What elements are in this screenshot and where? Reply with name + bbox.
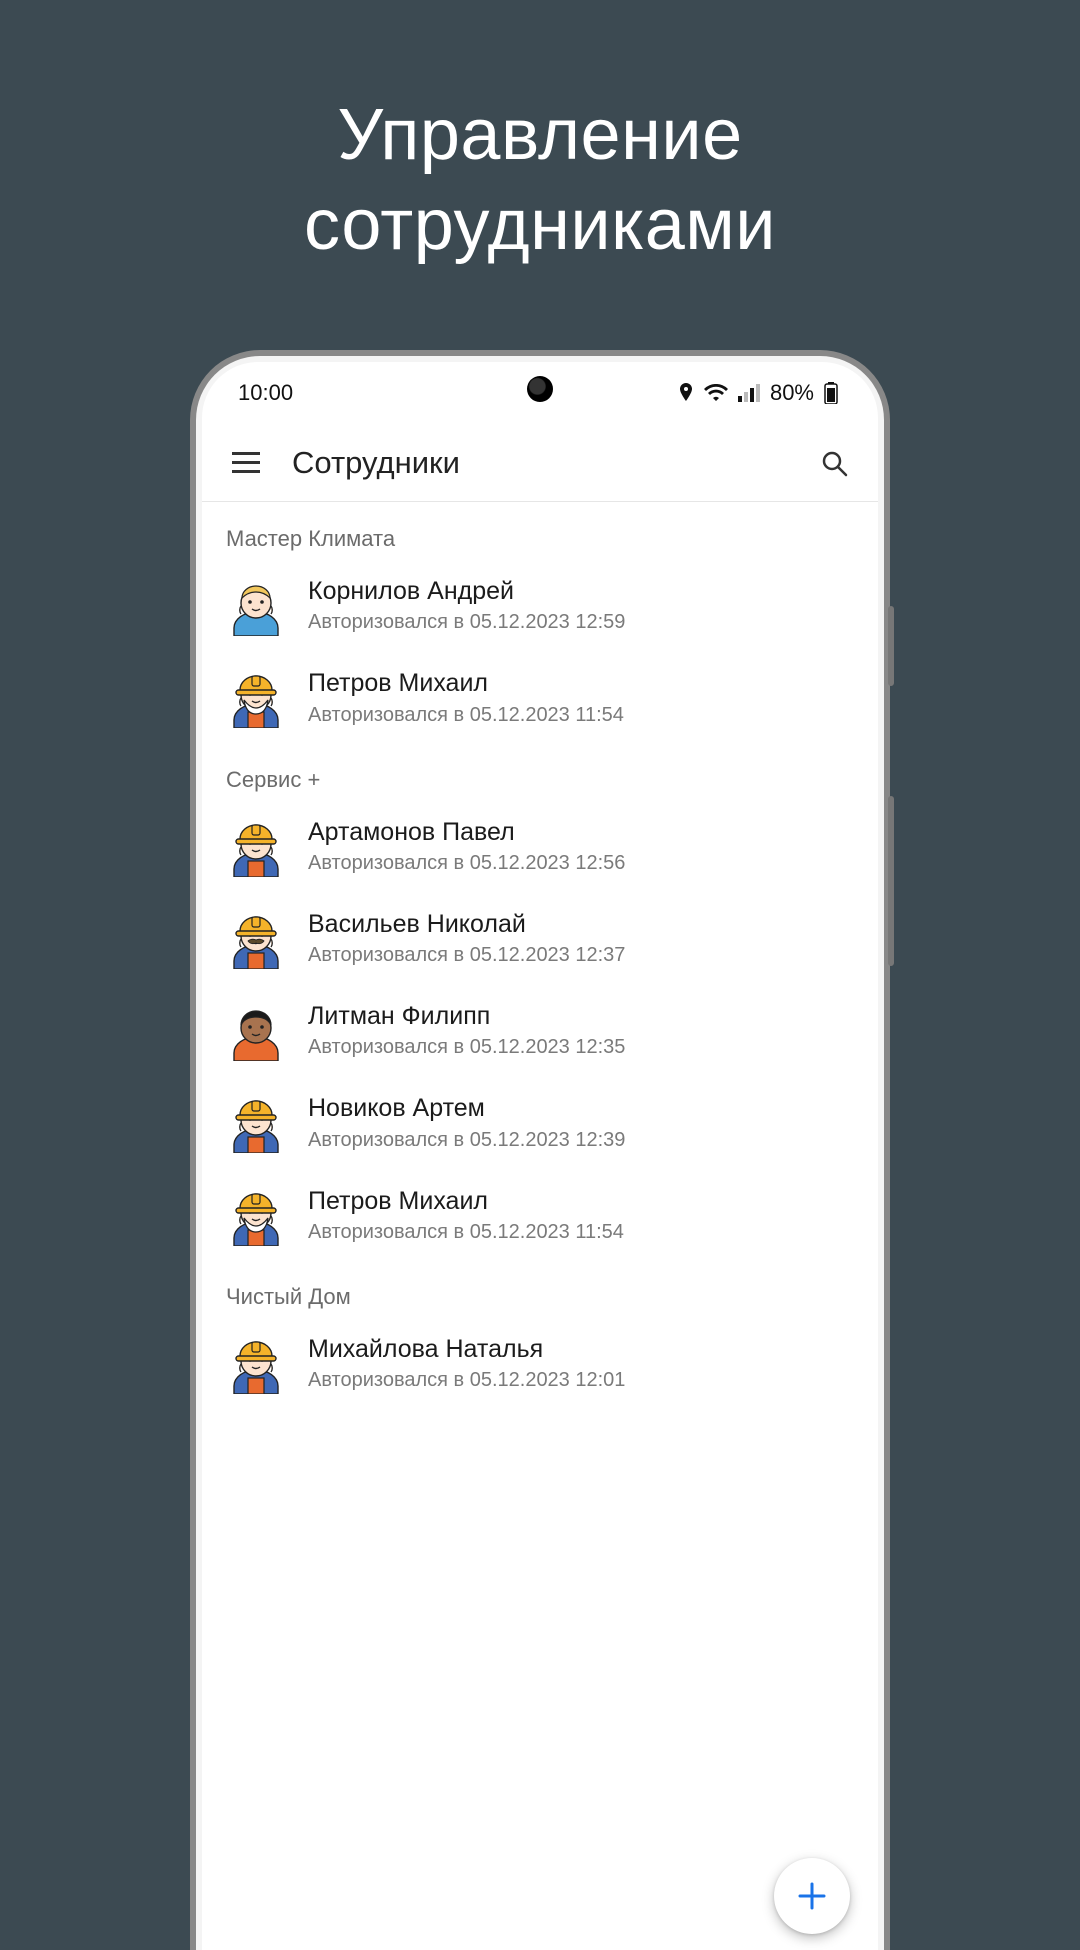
phone-frame: 10:00 80% Сотрудники Мастер Климата Корни… (190, 350, 890, 1950)
employee-row[interactable]: Петров МихаилАвторизовался в 05.12.2023 … (202, 1168, 878, 1260)
hamburger-icon (232, 452, 260, 474)
employee-row[interactable]: Новиков Артем Авторизовался в 05.12.2023 … (202, 1075, 878, 1167)
group-header: Чистый Дом (202, 1260, 878, 1316)
employee-name: Васильев Николай (308, 909, 854, 940)
employee-row[interactable]: Артамонов ПавелАвторизовался в 05.12.202… (202, 799, 878, 891)
page-title: Сотрудники (292, 445, 788, 481)
avatar (226, 1001, 286, 1061)
location-icon (678, 383, 694, 403)
add-employee-fab[interactable] (774, 1858, 850, 1934)
phone-camera (527, 376, 553, 402)
employee-name: Петров Михаил (308, 1186, 854, 1217)
employee-text: Петров МихаилАвторизовался в 05.12.2023 … (308, 1186, 854, 1246)
employee-text: Артамонов ПавелАвторизовался в 05.12.202… (308, 817, 854, 877)
employee-text: Литман ФилиппАвторизовался в 05.12.2023 … (308, 1001, 854, 1061)
avatar (226, 668, 286, 728)
promo-title: Управление сотрудниками (0, 0, 1080, 270)
employee-text: Новиков Артем Авторизовался в 05.12.2023 … (308, 1093, 854, 1153)
employee-last-login: Авторизовался в 05.12.2023 12:37 (308, 942, 854, 969)
employee-text: Петров Михаил Авторизовался в 05.12.2023 … (308, 668, 854, 728)
employee-last-login: Авторизовался в 05.12.2023 12:35 (308, 1034, 854, 1061)
avatar (226, 1186, 286, 1246)
employee-last-login: Авторизовался в 05.12.2023 12:56 (308, 850, 854, 877)
status-indicators: 80% (678, 380, 838, 406)
wifi-icon (704, 384, 728, 402)
employee-name: Новиков Артем (308, 1093, 854, 1124)
employee-last-login: Авторизовался в 05.12.2023 12:01 (308, 1367, 854, 1394)
phone-side-button (888, 796, 894, 966)
employee-list[interactable]: Мастер КлиматаКорнилов АндрейАвторизовал… (202, 502, 878, 1408)
status-time: 10:00 (238, 380, 293, 406)
avatar (226, 909, 286, 969)
cellular-icon (738, 384, 760, 402)
employee-last-login: Авторизовался в 05.12.2023 12:59 (308, 609, 854, 636)
app-bar: Сотрудники (202, 424, 878, 502)
promo-line2: сотрудниками (304, 185, 776, 265)
employee-name: Михайлова Наталья (308, 1334, 854, 1365)
group-header: Мастер Климата (202, 502, 878, 558)
phone-screen: 10:00 80% Сотрудники Мастер Климата Корни… (202, 362, 878, 1950)
battery-icon (824, 382, 838, 404)
employee-row[interactable]: Корнилов АндрейАвторизовался в 05.12.202… (202, 558, 878, 650)
employee-name: Корнилов Андрей (308, 576, 854, 607)
avatar (226, 1334, 286, 1394)
menu-button[interactable] (226, 443, 266, 483)
avatar (226, 817, 286, 877)
employee-row[interactable]: Литман ФилиппАвторизовался в 05.12.2023 … (202, 983, 878, 1075)
employee-text: Михайлова НатальяАвторизовался в 05.12.2… (308, 1334, 854, 1394)
employee-text: Васильев НиколайАвторизовался в 05.12.20… (308, 909, 854, 969)
employee-last-login: Авторизовался в 05.12.2023 11:54 (308, 702, 854, 729)
employee-last-login: Авторизовался в 05.12.2023 12:39 (308, 1127, 854, 1154)
avatar (226, 576, 286, 636)
employee-row[interactable]: Петров Михаил Авторизовался в 05.12.2023 … (202, 650, 878, 742)
employee-row[interactable]: Михайлова НатальяАвторизовался в 05.12.2… (202, 1316, 878, 1408)
battery-pct: 80% (770, 380, 814, 406)
search-button[interactable] (814, 443, 854, 483)
promo-line1: Управление (337, 95, 742, 175)
avatar (226, 1093, 286, 1153)
search-icon (820, 449, 848, 477)
group-header: Сервис + (202, 743, 878, 799)
employee-name: Петров Михаил (308, 668, 854, 699)
employee-name: Литман Филипп (308, 1001, 854, 1032)
employee-name: Артамонов Павел (308, 817, 854, 848)
employee-last-login: Авторизовался в 05.12.2023 11:54 (308, 1219, 854, 1246)
phone-side-button (888, 606, 894, 686)
employee-text: Корнилов АндрейАвторизовался в 05.12.202… (308, 576, 854, 636)
employee-row[interactable]: Васильев НиколайАвторизовался в 05.12.20… (202, 891, 878, 983)
plus-icon (796, 1880, 828, 1912)
